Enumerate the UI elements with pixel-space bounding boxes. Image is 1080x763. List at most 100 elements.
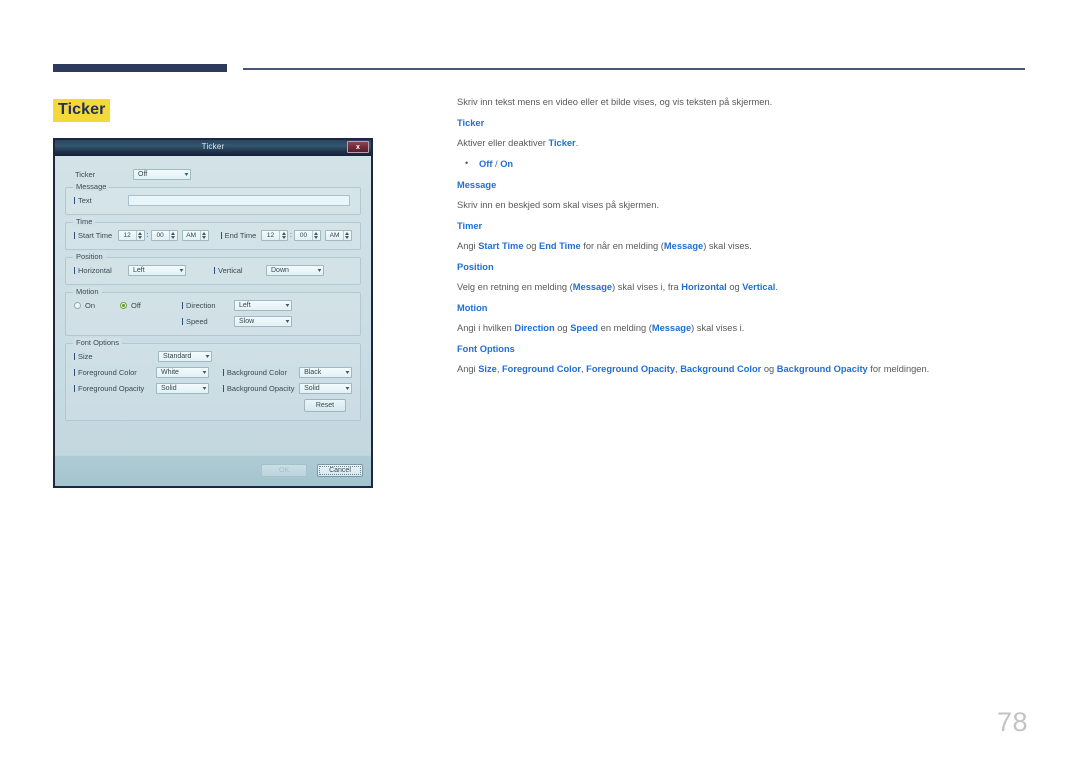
ticker-description: Aktiver eller deaktiver Ticker. — [457, 137, 1027, 149]
position-group: Position Horizontal Left ▾ Vertical Down… — [65, 252, 361, 285]
font-desc-part5: og — [761, 364, 777, 374]
motion-description: Angi i hvilken Direction og Speed en mel… — [457, 322, 1027, 334]
end-time-label: End Time — [221, 231, 261, 240]
start-hour-arrows-icon[interactable] — [135, 231, 144, 240]
background-opacity-select-value: Solid — [304, 385, 320, 392]
start-time-label: Start Time — [74, 231, 118, 240]
close-icon[interactable]: x — [347, 141, 369, 153]
motion-row-2: Speed Slow ▾ — [74, 316, 352, 327]
foreground-opacity-select-value: Solid — [161, 385, 177, 392]
background-opacity-select[interactable]: Solid ▾ — [299, 383, 352, 394]
end-meridiem-stepper[interactable]: AM — [324, 230, 352, 241]
end-meridiem-arrows-icon[interactable] — [342, 231, 351, 240]
font-term-size: Size — [478, 364, 497, 374]
background-color-select[interactable]: Black ▾ — [299, 367, 352, 378]
timer-desc-part4: ) skal vises. — [703, 241, 752, 251]
horizontal-select[interactable]: Left ▾ — [128, 265, 186, 276]
timer-term-message: Message — [663, 241, 704, 251]
ticker-options-bullet: Off / On — [457, 157, 1027, 170]
timer-desc-part3: for når en melding ( — [580, 241, 664, 251]
dialog-body: Ticker Off ▾ Message Text Time Start Tim… — [55, 156, 371, 455]
timer-desc-part2: og — [523, 241, 540, 251]
message-description: Skriv inn en beskjed som skal vises på s… — [457, 200, 660, 210]
ticker-desc-part2: . — [575, 138, 579, 148]
end-hour-arrows-icon[interactable] — [279, 231, 287, 240]
end-hour-stepper[interactable]: 12 — [261, 230, 289, 241]
position-term-vertical: Vertical — [742, 282, 776, 292]
motion-group: Motion On Off Direction Left ▾ Speed Slo… — [65, 287, 361, 336]
cancel-button[interactable]: Cancel — [317, 464, 363, 477]
motion-desc-part3: en melding ( — [598, 323, 652, 333]
start-minute-stepper[interactable]: 00 — [150, 230, 178, 241]
section-heading-position: Position — [457, 262, 494, 272]
vertical-label: Vertical — [214, 266, 266, 275]
ticker-option-on: On — [500, 159, 514, 169]
font-size-select[interactable]: Standard ▾ — [158, 351, 212, 362]
end-minute-arrows-icon[interactable] — [311, 231, 320, 240]
color-row: Foreground Color White ▾ Background Colo… — [74, 367, 352, 378]
motion-radio-off[interactable]: Off — [120, 301, 182, 310]
speed-select[interactable]: Slow ▾ — [234, 316, 292, 327]
page-number: 78 — [997, 707, 1029, 737]
speed-select-value: Slow — [239, 318, 255, 325]
end-hour-value: 12 — [266, 232, 275, 239]
message-group: Message Text — [65, 182, 361, 215]
end-meridiem-value: AM — [329, 232, 340, 239]
section-heading-font-options: Font Options — [457, 344, 515, 354]
position-row: Horizontal Left ▾ Vertical Down ▾ — [74, 265, 352, 276]
font-options-description: Angi Size, Foreground Color, Foreground … — [457, 363, 1027, 375]
reset-row: Reset — [74, 399, 352, 412]
font-term-background-color: Background Color — [680, 364, 762, 374]
vertical-select[interactable]: Down ▾ — [266, 265, 324, 276]
motion-desc-part1: Angi i hvilken — [457, 323, 515, 333]
horizontal-select-value: Left — [133, 267, 145, 274]
position-term-horizontal: Horizontal — [681, 282, 727, 292]
direction-select[interactable]: Left ▾ — [234, 300, 292, 311]
section-heading-message: Message — [457, 180, 497, 190]
start-meridiem-stepper[interactable]: AM — [181, 230, 209, 241]
speed-label: Speed — [182, 317, 234, 326]
dialog-footer: OK Cancel — [55, 455, 371, 486]
message-text-input[interactable] — [128, 195, 350, 206]
chevron-down-icon: ▾ — [285, 319, 290, 325]
section-heading-timer: Timer — [457, 221, 483, 231]
start-minute-arrows-icon[interactable] — [168, 231, 177, 240]
start-hour-value: 12 — [123, 232, 131, 239]
radio-selected-icon — [120, 302, 127, 309]
foreground-opacity-select[interactable]: Solid ▾ — [156, 383, 209, 394]
position-desc-part2: ) skal vises i, fra — [612, 282, 682, 292]
font-desc-part6: for meldingen. — [867, 364, 930, 374]
position-description: Velg en retning en melding (Message) ska… — [457, 281, 1027, 293]
time-group: Time Start Time 12 : 00 AM End Time 12:… — [65, 217, 361, 250]
start-hour-stepper[interactable]: 12 — [117, 230, 145, 241]
message-text-label: Text — [74, 196, 128, 205]
vertical-select-value: Down — [271, 267, 289, 274]
dialog-titlebar: Ticker x — [55, 140, 371, 156]
radio-off-icon — [74, 302, 81, 309]
chevron-down-icon: ▾ — [317, 268, 322, 274]
ticker-select[interactable]: Off ▾ — [133, 168, 191, 180]
motion-term-direction: Direction — [514, 323, 555, 333]
reset-button[interactable]: Reset — [304, 399, 346, 412]
start-meridiem-arrows-icon[interactable] — [199, 231, 208, 240]
motion-radio-on[interactable]: On — [74, 301, 120, 310]
motion-off-label: Off — [131, 301, 141, 310]
foreground-color-select-value: White — [161, 369, 179, 376]
background-color-label: Background Color — [223, 368, 299, 377]
chevron-down-icon: ▾ — [345, 370, 350, 376]
direction-select-value: Left — [239, 302, 251, 309]
timer-description: Angi Start Time og End Time for når en m… — [457, 240, 1027, 252]
foreground-opacity-label: Foreground Opacity — [74, 384, 156, 393]
time-legend: Time — [73, 217, 96, 226]
end-time-colon: : — [290, 232, 292, 239]
foreground-color-select[interactable]: White ▾ — [156, 367, 209, 378]
font-size-label: Size — [74, 352, 158, 361]
header-rule-thick — [53, 64, 227, 72]
motion-on-label: On — [85, 301, 96, 310]
end-minute-stepper[interactable]: 00 — [293, 230, 321, 241]
timer-term-start-time: Start Time — [478, 241, 524, 251]
horizontal-label: Horizontal — [74, 266, 128, 275]
timer-desc-part1: Angi — [457, 241, 479, 251]
ok-button[interactable]: OK — [261, 464, 307, 477]
motion-row-1: On Off Direction Left ▾ — [74, 300, 352, 311]
